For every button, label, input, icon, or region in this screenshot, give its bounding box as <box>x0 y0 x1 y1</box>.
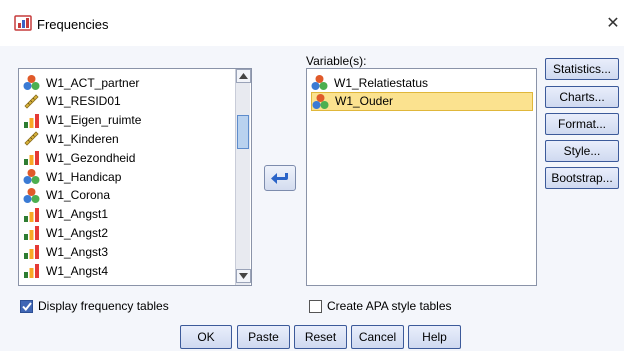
ordinal-icon <box>24 151 39 166</box>
list-item[interactable]: W1_Ouder <box>311 91 533 111</box>
create-apa-tables-checkbox[interactable] <box>309 299 322 313</box>
nominal-icon <box>23 75 40 90</box>
ordinal-icon <box>24 264 39 278</box>
title-bar: Frequencies ✕ <box>0 0 624 46</box>
variables-label: Variable(s): <box>306 54 367 68</box>
list-item[interactable]: W1_Kinderen <box>23 129 119 148</box>
list-item[interactable]: W1_Corona <box>23 186 110 205</box>
nominal-icon <box>23 169 40 184</box>
list-item[interactable]: W1_Angst1 <box>23 205 108 224</box>
display-frequency-tables-label: Display frequency tables <box>38 299 169 313</box>
list-item-label: W1_Ouder <box>335 94 394 109</box>
create-apa-tables-label: Create APA style tables <box>327 299 452 313</box>
scroll-up-button[interactable] <box>236 69 251 83</box>
scroll-down-button[interactable] <box>236 269 251 283</box>
ordinal-icon <box>24 207 39 222</box>
display-frequency-tables-checkbox[interactable] <box>20 299 33 313</box>
charts-button[interactable]: Charts... <box>545 86 619 108</box>
style-button[interactable]: Style... <box>545 140 619 162</box>
list-item-label: W1_ACT_partner <box>46 75 140 90</box>
source-scrollbar[interactable] <box>235 69 251 285</box>
list-item-label: W1_Corona <box>46 188 111 203</box>
create-apa-tables-option[interactable]: Create APA style tables <box>309 299 452 313</box>
help-button[interactable]: Help <box>408 325 461 349</box>
arrow-up-icon <box>239 73 248 79</box>
list-item-label: W1_Angst2 <box>46 225 109 240</box>
arrow-left-icon <box>271 173 288 184</box>
list-item[interactable]: W1_RESID01 <box>23 92 121 111</box>
list-item-label: W1_Kinderen <box>46 131 119 146</box>
list-item[interactable]: W1_Angst4 <box>23 261 108 280</box>
nominal-icon <box>312 93 329 109</box>
nominal-icon <box>311 75 328 90</box>
ordinal-icon <box>24 113 39 128</box>
list-item[interactable]: W1_Gezondheid <box>23 148 135 167</box>
source-variable-list[interactable]: W1_ACT_partner W1_RESID01 W1_Eigen_ruimte W… <box>18 68 252 286</box>
close-button[interactable]: ✕ <box>602 14 624 34</box>
nominal-icon <box>23 187 40 203</box>
window-title: Frequencies <box>37 17 109 32</box>
list-item-label: W1_Handicap <box>46 169 122 184</box>
arrow-down-icon <box>239 273 248 279</box>
move-variable-button[interactable] <box>264 165 296 191</box>
paste-button[interactable]: Paste <box>237 325 290 349</box>
ordinal-icon <box>24 226 39 241</box>
list-item-label: W1_Gezondheid <box>46 150 136 165</box>
target-variable-list[interactable]: W1_Relatiestatus W1_Ouder <box>306 68 537 286</box>
ok-button[interactable]: OK <box>180 325 232 349</box>
list-item-label: W1_Angst3 <box>46 244 109 259</box>
list-item-label: W1_Eigen_ruimte <box>46 113 142 128</box>
statistics-button[interactable]: Statistics... <box>545 58 619 80</box>
frequencies-dialog: Frequencies ✕ W1_ACT_partner W1_RESID01 W1… <box>0 0 624 351</box>
list-item[interactable]: W1_Angst3 <box>23 242 108 261</box>
reset-button[interactable]: Reset <box>294 325 347 349</box>
scale-icon <box>24 94 39 109</box>
format-button[interactable]: Format... <box>545 113 619 135</box>
ordinal-icon <box>24 245 39 260</box>
list-item[interactable]: W1_Eigen_ruimte <box>23 111 141 130</box>
list-item-label: W1_Relatiestatus <box>334 75 429 90</box>
app-icon <box>14 15 32 31</box>
bootstrap-button[interactable]: Bootstrap... <box>545 167 619 189</box>
display-frequency-tables-option[interactable]: Display frequency tables <box>20 299 169 313</box>
list-item[interactable]: W1_ACT_partner <box>23 73 139 92</box>
list-item-label: W1_Angst1 <box>46 207 109 222</box>
list-item[interactable]: W1_Handicap <box>23 167 121 186</box>
scroll-thumb[interactable] <box>237 115 249 149</box>
list-item[interactable]: W1_Angst2 <box>23 223 108 242</box>
list-item-label: W1_RESID01 <box>46 94 121 109</box>
cancel-button[interactable]: Cancel <box>351 325 404 349</box>
list-item-label: W1_Angst4 <box>46 263 109 278</box>
checkmark-icon <box>21 301 32 311</box>
scale-icon <box>24 131 39 146</box>
list-item[interactable]: W1_Relatiestatus <box>311 73 533 92</box>
